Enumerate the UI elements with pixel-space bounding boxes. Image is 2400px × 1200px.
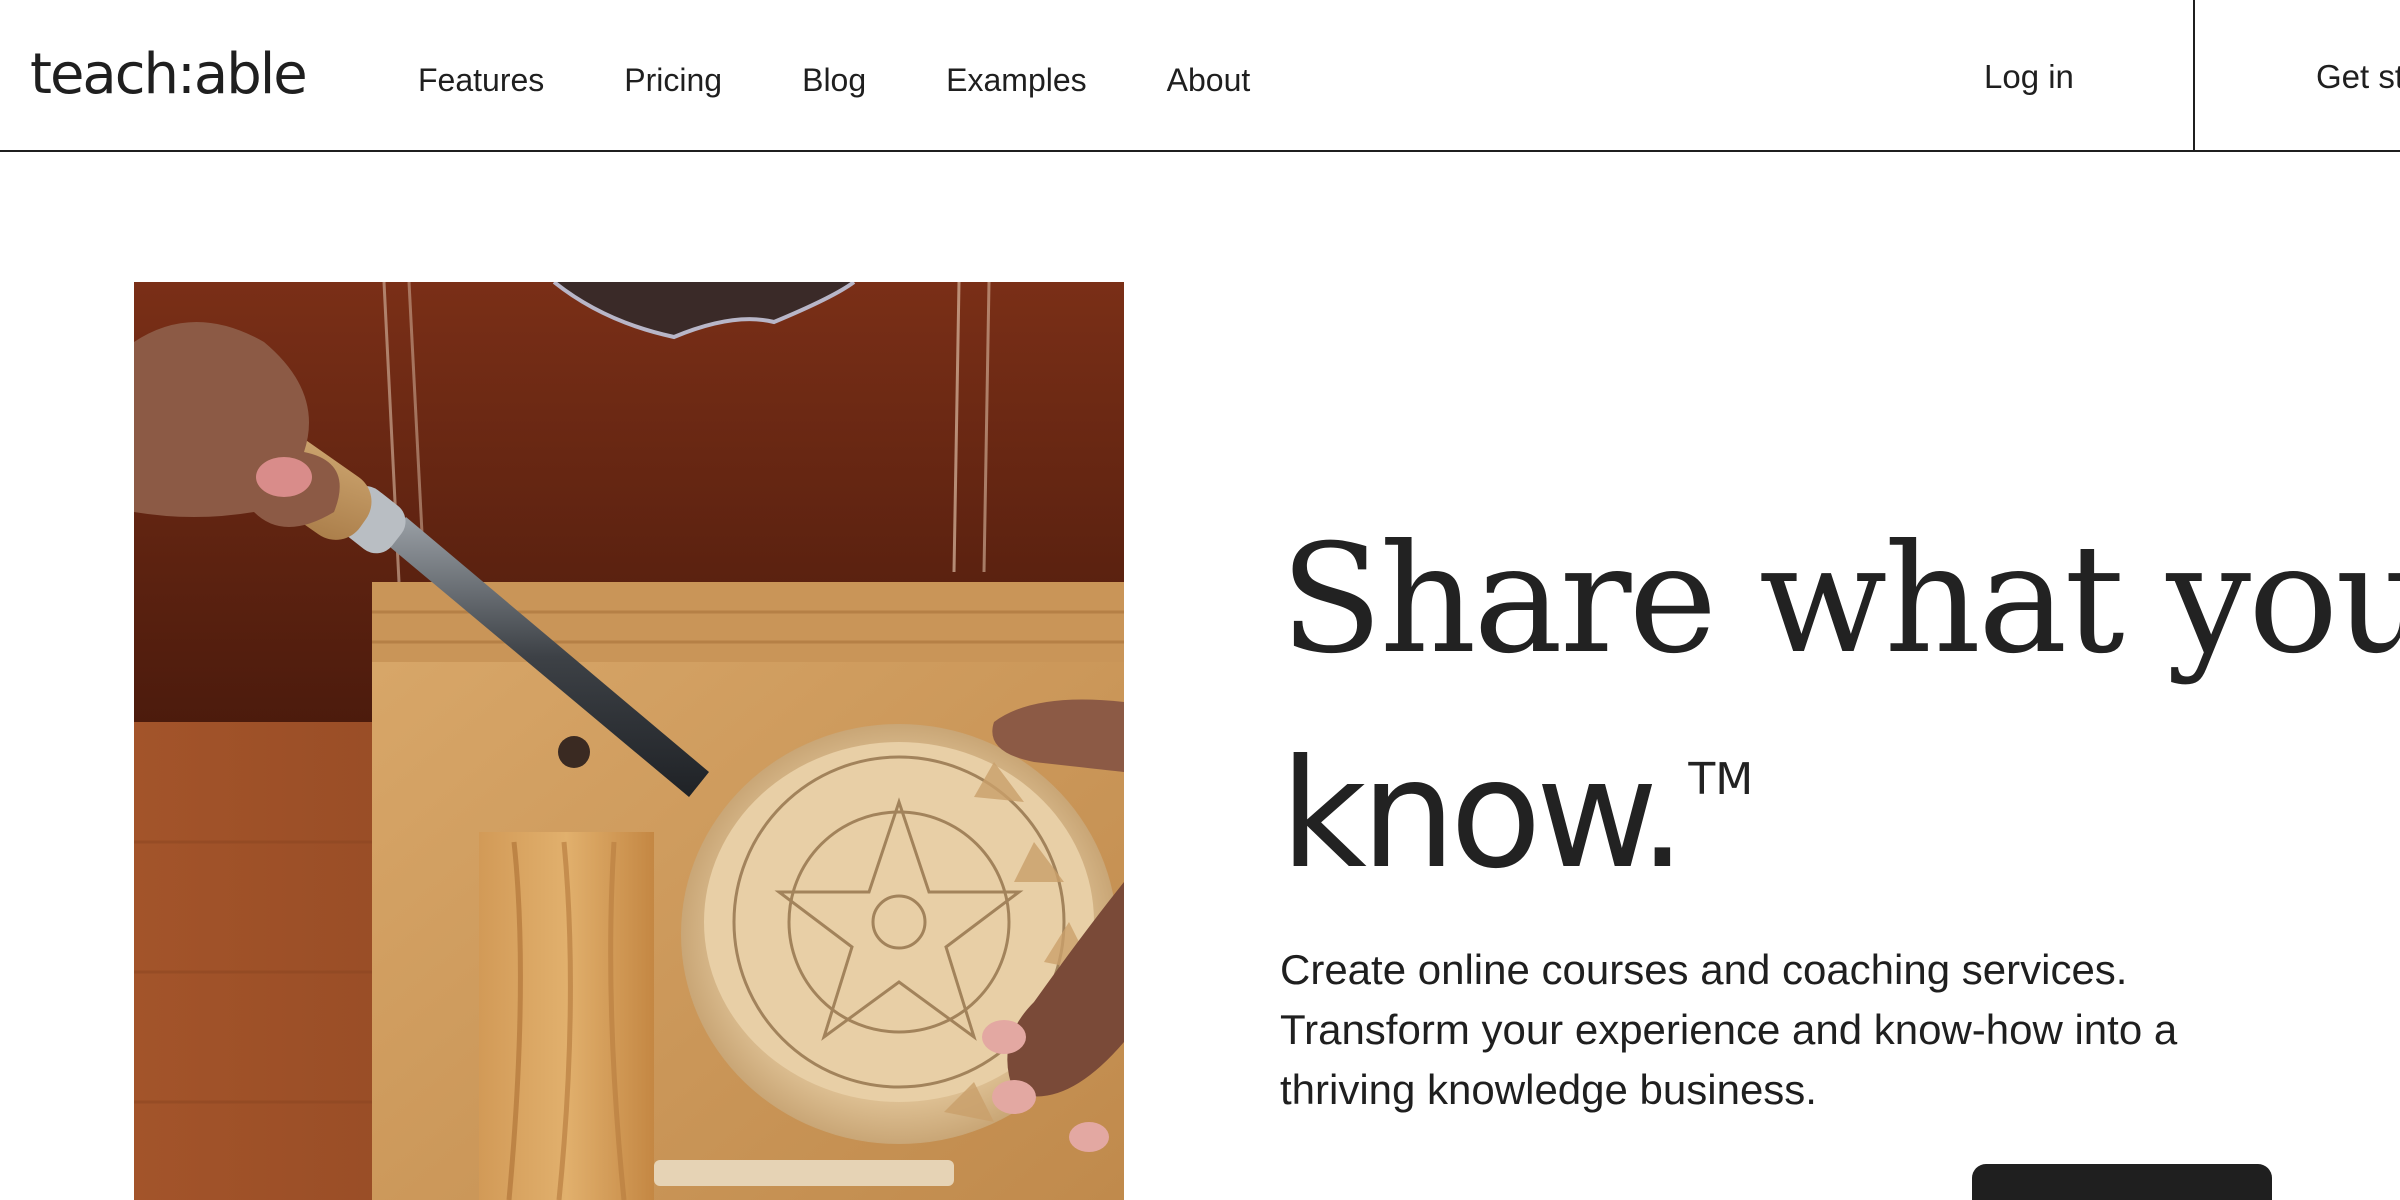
page: teach:able Features Pricing Blog Example… — [0, 0, 2400, 1200]
trademark-mark: TM — [1688, 754, 1754, 805]
nav-examples[interactable]: Examples — [946, 56, 1087, 104]
headline-line-1: Share what you — [1280, 513, 2400, 687]
login-link[interactable]: Log in — [1984, 52, 2074, 102]
header-divider — [2193, 0, 2195, 152]
nav-features[interactable]: Features — [418, 56, 544, 104]
hero-cta-button[interactable] — [1972, 1164, 2272, 1200]
nav-blog[interactable]: Blog — [802, 56, 866, 104]
main-nav: Features Pricing Blog Examples About — [418, 56, 1330, 104]
hero-headline: Share what you know. TM — [1280, 510, 2400, 905]
site-header: teach:able Features Pricing Blog Example… — [0, 0, 2400, 152]
teachable-logo[interactable]: teach:able — [30, 40, 308, 110]
nav-pricing[interactable]: Pricing — [624, 56, 722, 104]
headline-know-text: know. — [1280, 728, 1686, 902]
nav-about[interactable]: About — [1167, 56, 1251, 104]
get-started-button[interactable]: Get st — [2316, 52, 2400, 102]
hero-woodcarving-image — [134, 282, 1124, 1200]
headline-line-2: know. TM — [1280, 690, 2380, 905]
hero-subtext: Create online courses and coaching servi… — [1280, 946, 2178, 1113]
